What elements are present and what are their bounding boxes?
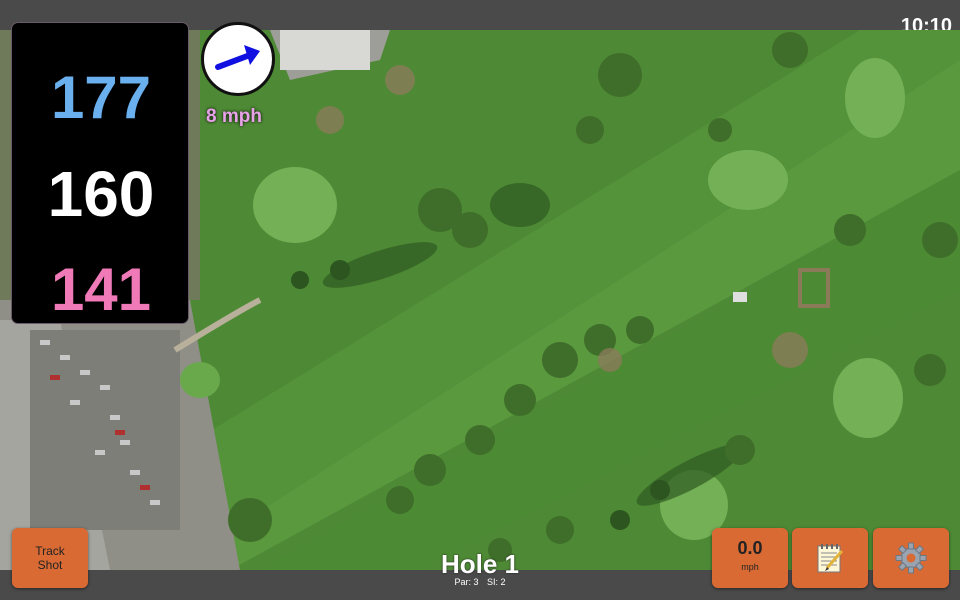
track-shot-label-line1: Track [35, 544, 65, 558]
hole-par: Par: 3 [454, 577, 479, 587]
back-distance: 177 [50, 64, 152, 131]
front-distance: 141 [50, 256, 152, 323]
track-shot-button[interactable]: Track Shot [12, 528, 88, 588]
hole-info: Par: 3 SI: 2 [380, 577, 580, 587]
yardage-panel: 177 160 141 [11, 22, 189, 324]
wind-speed-label: 8 mph [206, 106, 262, 127]
hole-title: Hole 1 [440, 549, 520, 579]
wind-speed-button[interactable]: 0.0 mph [712, 528, 788, 588]
wind-button-value: 0.0 [737, 538, 763, 558]
notepad-icon [817, 544, 844, 573]
track-shot-label-line2: Shot [37, 558, 63, 572]
notes-button[interactable] [792, 528, 868, 588]
gear-icon [895, 542, 927, 574]
wind-direction-dial [201, 22, 275, 96]
arrow-right-up-icon [215, 45, 260, 70]
settings-button[interactable] [873, 528, 949, 588]
hole-stroke-index: SI: 2 [487, 577, 506, 587]
wind-button-unit: mph [741, 562, 759, 572]
middle-distance: 160 [47, 158, 155, 230]
